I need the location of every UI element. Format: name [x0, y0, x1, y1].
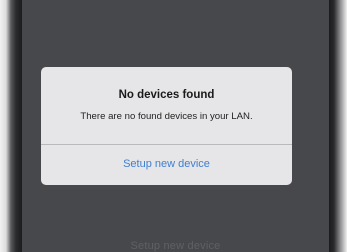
alert-message: There are no found devices in your LAN.	[80, 111, 253, 122]
phone-bezel-left	[0, 0, 22, 252]
setup-new-device-button[interactable]: Setup new device	[41, 145, 292, 185]
device-photo-frame: Setup new device No devices found There …	[0, 0, 347, 252]
background-dimmed-label: Setup new device	[130, 240, 221, 252]
no-devices-alert-dialog: No devices found There are no found devi…	[41, 67, 292, 185]
alert-body: No devices found There are no found devi…	[41, 67, 292, 144]
alert-title: No devices found	[118, 89, 215, 101]
phone-bezel-right	[329, 0, 347, 252]
